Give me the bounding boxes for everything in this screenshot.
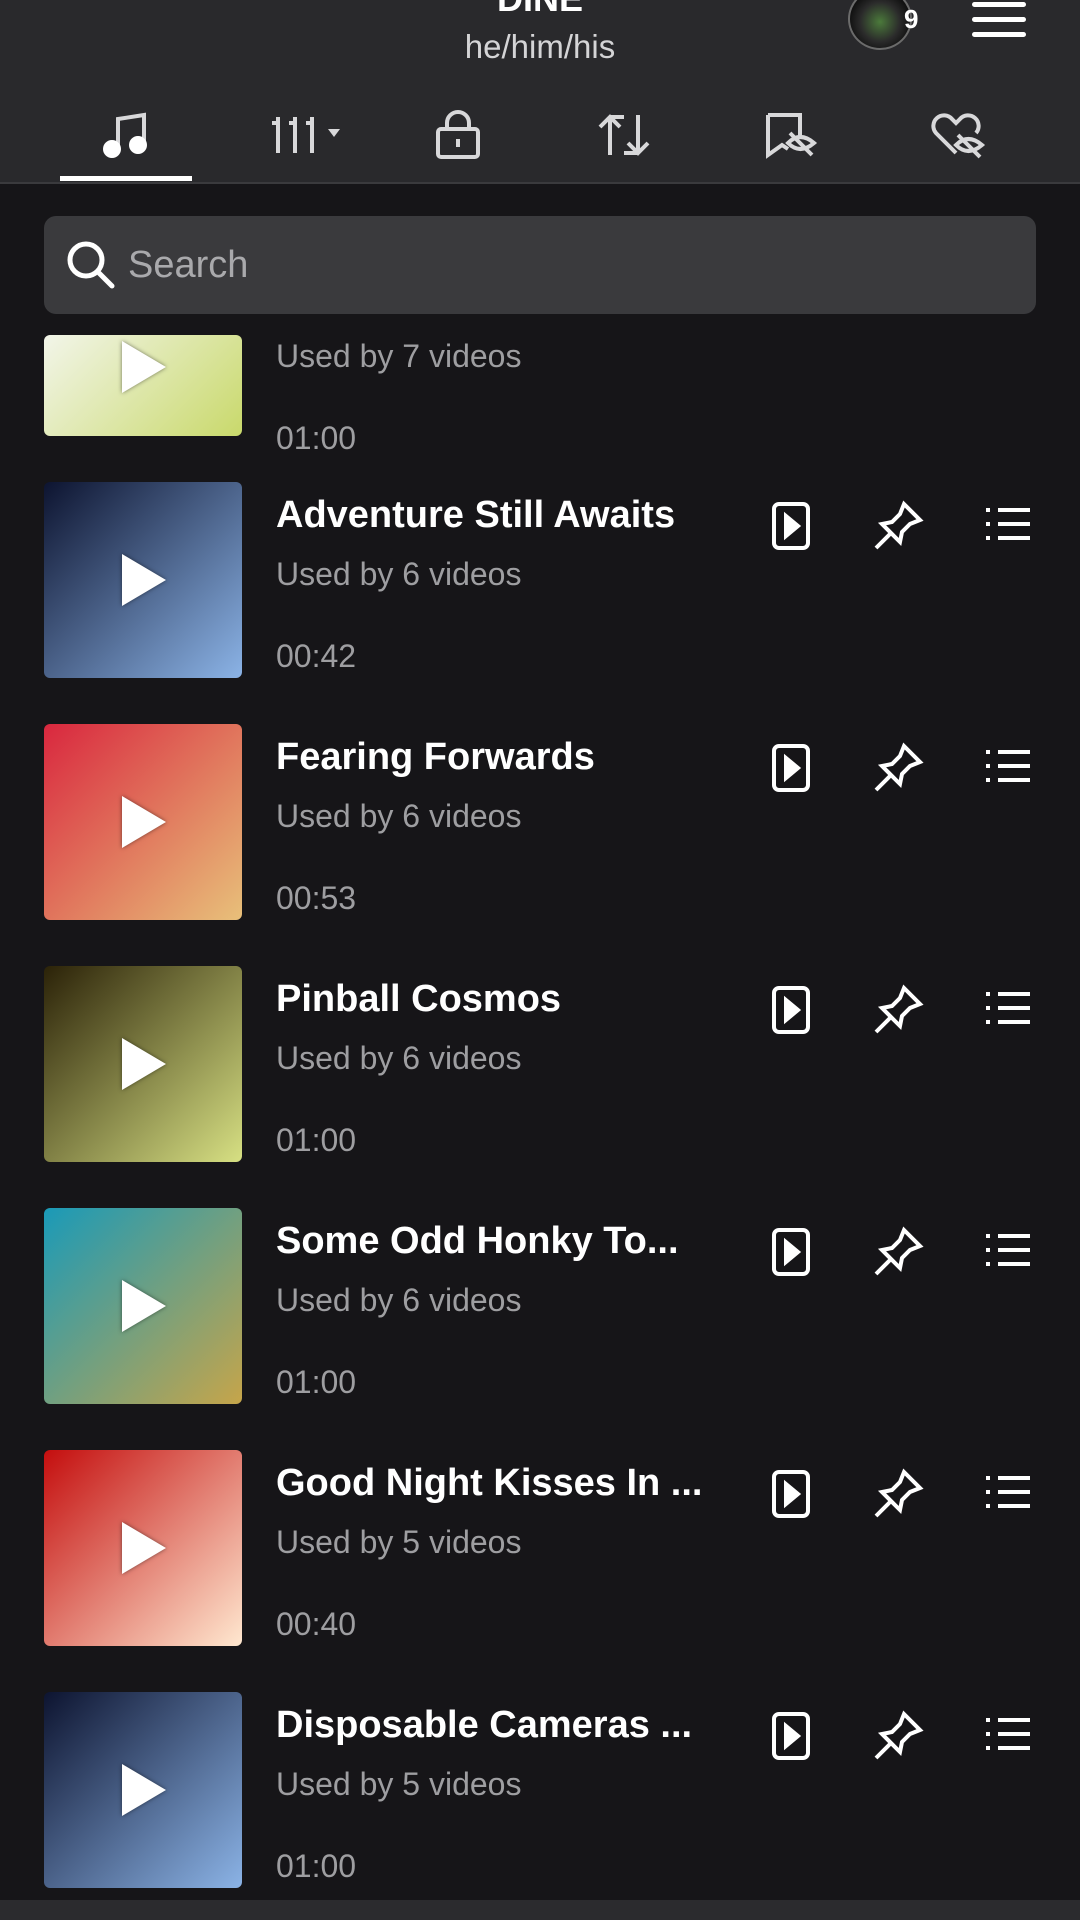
- sound-thumbnail[interactable]: [44, 1450, 242, 1646]
- playlist-button[interactable]: [976, 978, 1040, 1042]
- use-sound-video-button[interactable]: [760, 1704, 824, 1768]
- playlist-icon: [986, 508, 1030, 540]
- sound-thumbnail[interactable]: [44, 1208, 242, 1404]
- use-sound-video-icon: [772, 1470, 810, 1518]
- hidden-heart-icon: [931, 113, 986, 159]
- playlist-icon: [986, 1476, 1030, 1508]
- usage-count: Used by 7 videos: [276, 338, 522, 374]
- usage-count: Used by 6 videos: [276, 798, 522, 834]
- play-icon: [122, 1522, 166, 1574]
- playlist-icon: [986, 1234, 1030, 1266]
- sound-row[interactable]: Used by 7 videos 01:00: [0, 330, 1080, 456]
- playlist-icon: [986, 1718, 1030, 1750]
- profile-tabs: [0, 90, 1080, 182]
- playlist-button[interactable]: [976, 1462, 1040, 1526]
- sound-thumbnail[interactable]: [44, 966, 242, 1162]
- sound-thumbnail[interactable]: [44, 724, 242, 920]
- play-icon: [122, 341, 166, 393]
- play-icon: [122, 796, 166, 848]
- profile-header: DINE he/him/his 9: [0, 0, 1080, 184]
- sound-thumbnail[interactable]: [44, 335, 242, 436]
- usage-count: Used by 6 videos: [276, 1282, 522, 1318]
- pin-button[interactable]: [866, 494, 930, 558]
- pin-icon: [874, 1710, 924, 1760]
- usage-count: Used by 5 videos: [276, 1524, 522, 1560]
- pin-icon: [874, 1226, 924, 1276]
- playlist-button[interactable]: [976, 494, 1040, 558]
- bottom-edge: [0, 1900, 1080, 1920]
- sound-title: Fearing Forwards: [276, 736, 595, 778]
- sound-row[interactable]: Fearing Forwards Used by 6 videos 00:53: [0, 724, 1080, 924]
- use-sound-video-button[interactable]: [760, 736, 824, 800]
- play-icon: [122, 1280, 166, 1332]
- sound-row[interactable]: Pinball Cosmos Used by 6 videos 01:00: [0, 966, 1080, 1166]
- usage-count: Used by 6 videos: [276, 556, 522, 592]
- sound-duration: 01:00: [276, 1364, 357, 1400]
- playlist-icon: [986, 992, 1030, 1024]
- use-sound-video-button[interactable]: [760, 978, 824, 1042]
- sound-duration: 00:42: [276, 638, 357, 674]
- play-icon: [122, 1038, 166, 1090]
- playlist-button[interactable]: [976, 1220, 1040, 1284]
- playlist-button[interactable]: [976, 1704, 1040, 1768]
- lock-icon: [436, 110, 480, 159]
- grid-dropdown-icon: [272, 117, 340, 153]
- playlist-button[interactable]: [976, 736, 1040, 800]
- tab-reposts[interactable]: [554, 90, 694, 180]
- sound-duration: 01:00: [276, 1122, 357, 1158]
- sound-duration: 00:40: [276, 1606, 357, 1642]
- search-icon: [67, 241, 115, 289]
- use-sound-video-icon: [772, 986, 810, 1034]
- sound-title: Some Odd Honky To...: [276, 1220, 679, 1262]
- use-sound-video-icon: [772, 1712, 810, 1760]
- use-sound-video-icon: [772, 502, 810, 550]
- pin-button[interactable]: [866, 1462, 930, 1526]
- sound-thumbnail[interactable]: [44, 482, 242, 678]
- tab-private[interactable]: [388, 90, 528, 180]
- use-sound-video-icon: [772, 744, 810, 792]
- sound-duration: 01:00: [276, 1848, 357, 1884]
- use-sound-video-button[interactable]: [760, 494, 824, 558]
- tab-videos[interactable]: [224, 90, 364, 180]
- use-sound-video-icon: [772, 1228, 810, 1276]
- pin-icon: [874, 742, 924, 792]
- sound-title: Good Night Kisses In ...: [276, 1462, 703, 1504]
- play-icon: [122, 1764, 166, 1816]
- pin-icon: [874, 1468, 924, 1518]
- tab-favorites-hidden[interactable]: [720, 90, 860, 180]
- play-icon: [122, 554, 166, 606]
- use-sound-video-button[interactable]: [760, 1220, 824, 1284]
- use-sound-video-button[interactable]: [760, 1462, 824, 1526]
- tab-music[interactable]: [56, 90, 196, 180]
- sound-thumbnail[interactable]: [44, 1692, 242, 1888]
- search-bar[interactable]: [44, 216, 1036, 314]
- sound-title: Disposable Cameras ...: [276, 1704, 693, 1746]
- sound-duration: 00:53: [276, 880, 357, 916]
- hamburger-menu-icon[interactable]: [972, 2, 1032, 42]
- pin-button[interactable]: [866, 1220, 930, 1284]
- pin-icon: [874, 984, 924, 1034]
- pin-button[interactable]: [866, 1704, 930, 1768]
- sound-title: Pinball Cosmos: [276, 978, 562, 1020]
- sound-row[interactable]: Adventure Still Awaits Used by 6 videos 00…: [0, 482, 1080, 682]
- sound-duration: 01:00: [276, 420, 357, 456]
- pin-button[interactable]: [866, 736, 930, 800]
- usage-count: Used by 6 videos: [276, 1040, 522, 1076]
- playlist-icon: [986, 750, 1030, 782]
- hidden-bookmark-icon: [766, 113, 818, 159]
- sound-row[interactable]: Good Night Kisses In ... Used by 5 videos…: [0, 1450, 1080, 1650]
- tab-liked-hidden[interactable]: [886, 90, 1026, 180]
- music-note-icon: [103, 112, 147, 158]
- sound-row[interactable]: Disposable Cameras ... Used by 5 videos 01…: [0, 1692, 1080, 1892]
- pin-button[interactable]: [866, 978, 930, 1042]
- repost-icon: [598, 114, 650, 156]
- sound-title: Adventure Still Awaits: [276, 494, 676, 536]
- sound-list: Used by 7 videos 01:00 Adventure Still Awa…: [0, 330, 1080, 1900]
- search-input[interactable]: [126, 234, 1010, 296]
- usage-count: Used by 5 videos: [276, 1766, 522, 1802]
- sound-row[interactable]: Some Odd Honky To... Used by 6 videos 01:0…: [0, 1208, 1080, 1408]
- pin-icon: [874, 500, 924, 550]
- active-tab-indicator: [60, 176, 192, 181]
- notification-badge: 9: [904, 4, 919, 34]
